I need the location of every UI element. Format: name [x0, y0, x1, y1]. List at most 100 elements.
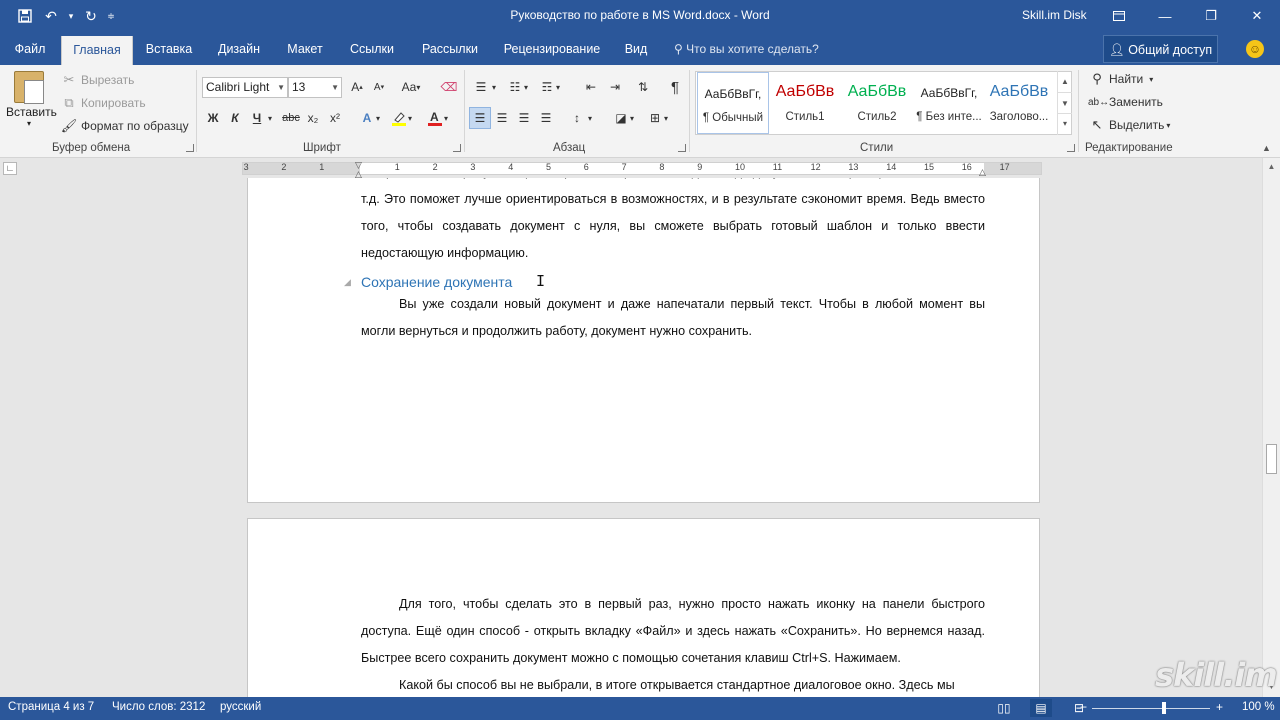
body-paragraph[interactable]: Какой бы способ вы не выбрали, в итоге о… [361, 672, 985, 697]
line-spacing-dropdown-icon[interactable]: ▾ [584, 107, 596, 129]
subscript-button[interactable]: x₂ [302, 107, 324, 129]
increase-indent-icon[interactable]: ⇥ [604, 76, 626, 98]
feedback-smiley-icon[interactable]: ☺ [1246, 40, 1264, 58]
tab-home[interactable]: Главная [61, 36, 133, 65]
tell-me-search[interactable]: ⚲ Что вы хотите сделать? [674, 33, 819, 65]
minimize-icon[interactable]: — [1142, 0, 1188, 32]
multilevel-dropdown-icon[interactable]: ▾ [552, 76, 564, 98]
tab-review[interactable]: Рецензирование [496, 33, 608, 65]
undo-dropdown-icon[interactable]: ▾ [66, 6, 76, 26]
heading-save-document[interactable]: Сохранение документа [361, 274, 512, 290]
replace-button[interactable]: ab↔ Заменить [1088, 92, 1163, 112]
clipboard-launcher-icon[interactable] [186, 144, 194, 152]
svg-text:A: A [430, 110, 439, 124]
ribbon-display-options-icon[interactable] [1096, 0, 1142, 32]
style-no-spacing[interactable]: АаБбВвГг, ¶ Без инте... [913, 72, 985, 134]
close-icon[interactable]: ✕ [1234, 0, 1280, 32]
font-size-combo[interactable]: 13 ▼ [288, 77, 342, 98]
more-styles-icon[interactable]: ▾ [1058, 113, 1072, 133]
format-painter-button[interactable]: 🖌︎ Формат по образцу [60, 116, 189, 136]
decrease-indent-icon[interactable]: ⇤ [580, 76, 602, 98]
tab-mailings[interactable]: Рассылки [411, 33, 489, 65]
borders-dropdown-icon[interactable]: ▾ [660, 107, 672, 129]
shading-dropdown-icon[interactable]: ▾ [626, 107, 638, 129]
styles-launcher-icon[interactable] [1067, 144, 1075, 152]
align-center-icon[interactable]: ☰ [491, 107, 513, 129]
save-icon[interactable] [14, 6, 36, 26]
undo-icon[interactable]: ↶ [40, 6, 62, 26]
disk-label[interactable]: Skill.im Disk [1022, 8, 1087, 22]
tab-insert[interactable]: Вставка [137, 33, 201, 65]
bullets-dropdown-icon[interactable]: ▾ [488, 76, 500, 98]
tab-view[interactable]: Вид [614, 33, 658, 65]
chevron-up-icon[interactable]: ▲ [1058, 71, 1072, 92]
vertical-scrollbar[interactable]: ▲ ▼ [1262, 158, 1280, 697]
paste-button[interactable]: Вставить ▾ [6, 71, 57, 128]
font-color-dropdown-icon[interactable]: ▾ [440, 107, 452, 129]
bold-button[interactable]: Ж [202, 107, 224, 129]
body-paragraph[interactable]: которые вас интересуют. Оценить разные в… [361, 178, 985, 267]
tab-design[interactable]: Дизайн [207, 33, 271, 65]
change-case-button[interactable]: Aa ▾ [396, 76, 426, 98]
paragraph-launcher-icon[interactable] [678, 144, 686, 152]
align-left-icon[interactable]: ☰ [469, 107, 491, 129]
highlight-dropdown-icon[interactable]: ▾ [404, 107, 416, 129]
restore-icon[interactable]: ❐ [1188, 0, 1234, 32]
page-count[interactable]: Страница 4 из 7 [8, 701, 94, 713]
zoom-slider[interactable] [1092, 708, 1210, 709]
tab-file[interactable]: Файл [0, 33, 60, 65]
clear-formatting-icon[interactable]: ⌫ [438, 76, 460, 98]
document-area[interactable]: которые вас интересуют. Оценить разные в… [0, 178, 1262, 697]
zoom-in-icon[interactable]: + [1216, 700, 1223, 714]
cut-button[interactable]: ✂ Вырезать [60, 70, 135, 90]
zoom-out-icon[interactable]: − [1080, 700, 1087, 714]
tab-layout[interactable]: Макет [276, 33, 334, 65]
share-button[interactable]: 👤︎ Общий доступ [1103, 35, 1218, 63]
style-2[interactable]: АаБбВв Стиль2 [841, 72, 913, 134]
customize-qat-icon[interactable]: ≑ [106, 6, 116, 26]
zoom-level[interactable]: 100 % [1242, 701, 1275, 713]
zoom-slider-thumb[interactable] [1162, 702, 1166, 714]
italic-button[interactable]: К [224, 107, 246, 129]
style-1[interactable]: АаБбВв Стиль1 [769, 72, 841, 134]
show-formatting-marks-icon[interactable]: ¶ [664, 76, 686, 98]
scroll-thumb[interactable] [1266, 444, 1277, 474]
superscript-button[interactable]: x² [324, 107, 346, 129]
grow-font-button[interactable]: A ▴ [346, 76, 368, 98]
chevron-down-icon[interactable]: ▼ [1058, 92, 1072, 113]
page-4[interactable]: которые вас интересуют. Оценить разные в… [247, 178, 1040, 503]
find-button[interactable]: ⚲ Найти ▾ [1088, 69, 1153, 89]
style-normal[interactable]: АаБбВвГг, ¶ Обычный [697, 72, 769, 134]
right-indent-marker[interactable]: △ [979, 167, 986, 178]
paste-dropdown-icon[interactable]: ▾ [6, 119, 52, 128]
tab-references[interactable]: Ссылки [340, 33, 404, 65]
tab-selector[interactable]: ∟ [3, 162, 17, 175]
copy-button[interactable]: ⧉ Копировать [60, 93, 145, 113]
strikethrough-button[interactable]: abc [280, 107, 302, 129]
sort-icon[interactable]: ⇅ [632, 76, 654, 98]
horizontal-ruler[interactable]: 3 2 1 1 2 3 4 5 6 7 8 9 10 11 12 13 14 15 16 17 ▽ △ △ [242, 160, 1042, 179]
body-paragraph[interactable]: Для того, чтобы сделать это в первый раз… [361, 591, 985, 672]
word-count[interactable]: Число слов: 2312 [112, 701, 205, 713]
print-layout-icon[interactable]: ▤ [1030, 699, 1052, 717]
text-effects-dropdown-icon[interactable]: ▾ [372, 107, 384, 129]
read-mode-icon[interactable]: ▯▯ [993, 699, 1015, 717]
style-heading[interactable]: АаБбВв Заголово... [985, 72, 1053, 134]
collapse-heading-icon[interactable]: ◢ [344, 277, 351, 288]
redo-icon[interactable]: ↻ [80, 6, 102, 26]
align-right-icon[interactable]: ☰ [513, 107, 535, 129]
collapse-ribbon-icon[interactable]: ▲ [1262, 143, 1271, 153]
language[interactable]: русский [220, 701, 261, 713]
scroll-up-icon[interactable]: ▲ [1263, 162, 1280, 171]
shrink-font-button[interactable]: A ▾ [368, 76, 390, 98]
style-name: ¶ Без инте... [916, 111, 982, 123]
justify-icon[interactable]: ☰ [535, 107, 557, 129]
underline-dropdown-icon[interactable]: ▾ [264, 107, 276, 129]
styles-scroll[interactable]: ▲ ▼ ▾ [1057, 71, 1072, 135]
font-name-combo[interactable]: Calibri Light ▼ [202, 77, 288, 98]
body-paragraph[interactable]: Вы уже создали новый документ и даже нап… [361, 291, 985, 345]
font-launcher-icon[interactable] [453, 144, 461, 152]
page-5[interactable]: Для того, чтобы сделать это в первый раз… [247, 518, 1040, 697]
numbering-dropdown-icon[interactable]: ▾ [520, 76, 532, 98]
select-button[interactable]: ↖ Выделить ▾ [1088, 115, 1171, 135]
